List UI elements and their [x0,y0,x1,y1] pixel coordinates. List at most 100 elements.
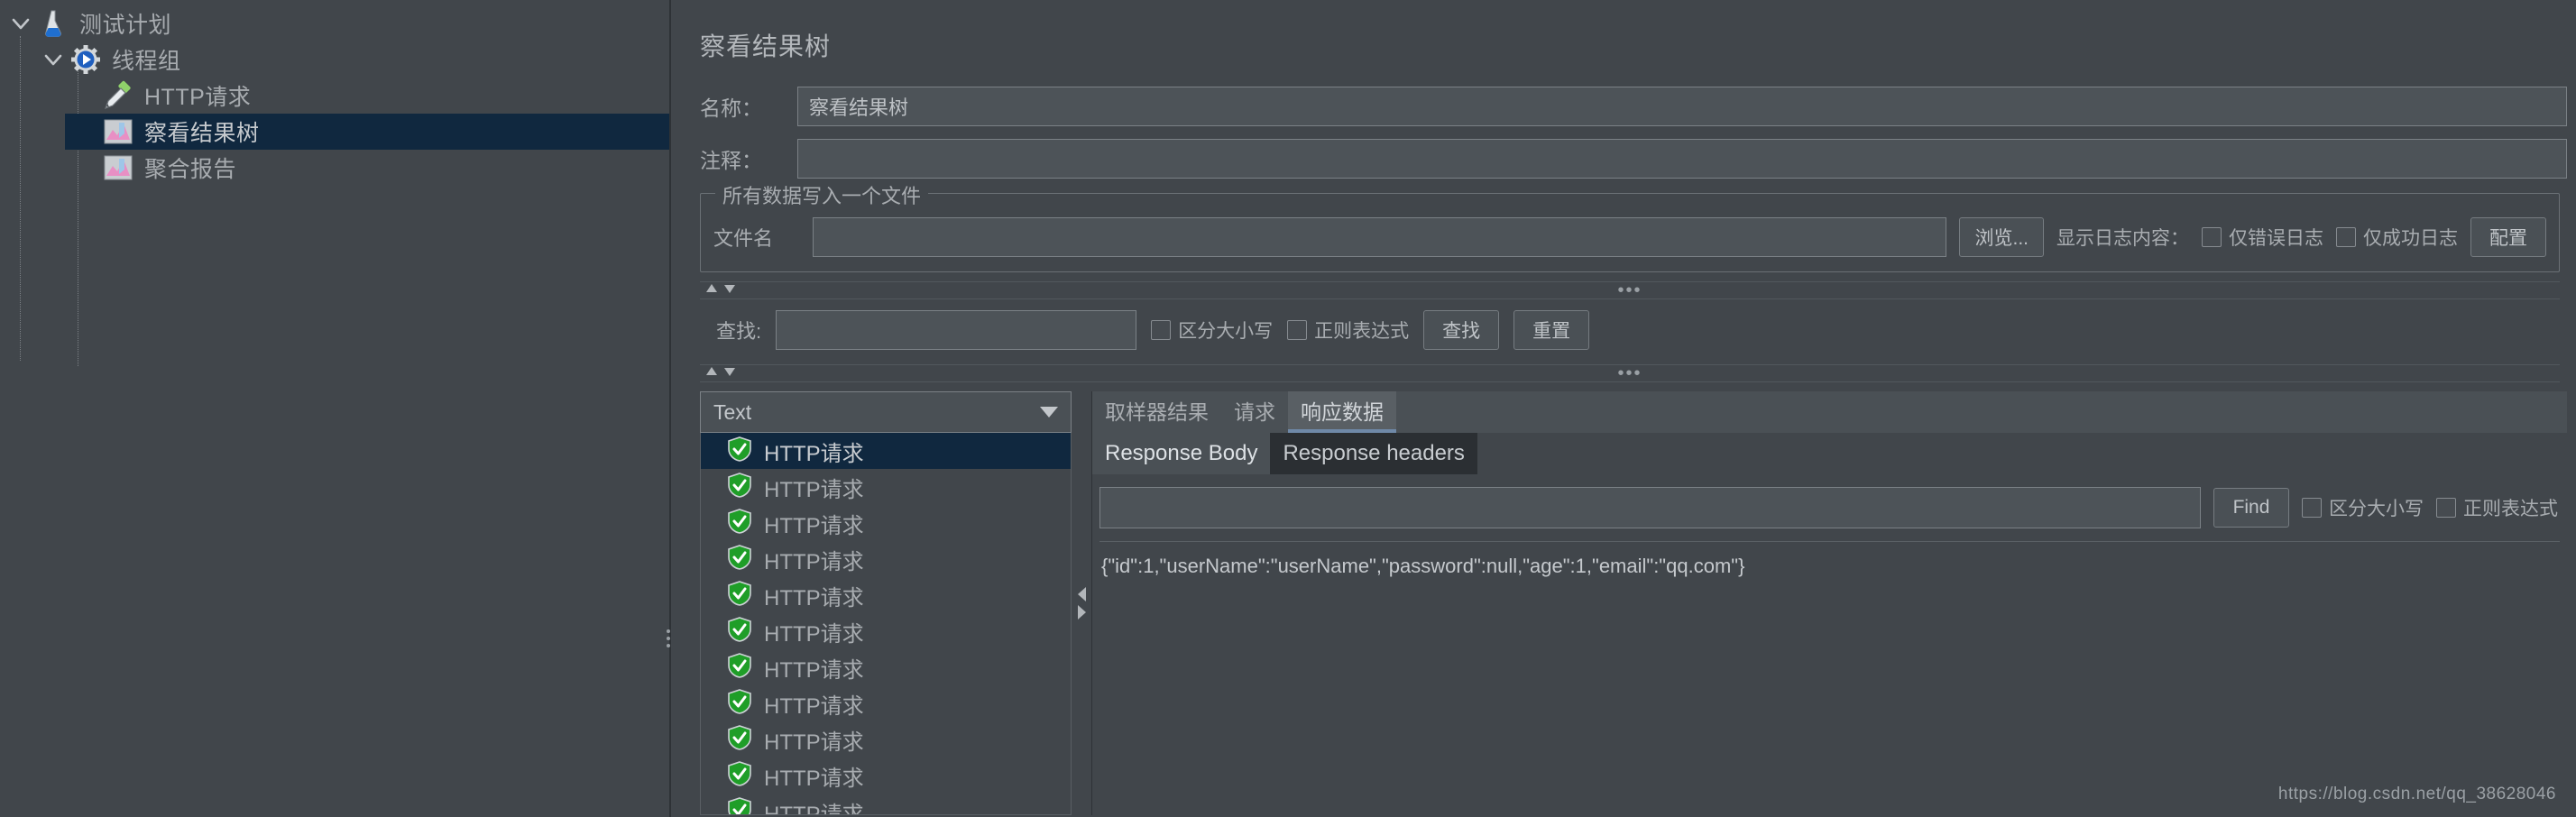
renderer-dropdown-value: Text [713,399,752,424]
success-shield-icon [728,652,751,683]
success-only-label: 仅成功日志 [2363,228,2458,249]
list-item[interactable]: HTTP请求 [701,505,1071,541]
response-regex-wrap[interactable]: 正则表达式 [2436,494,2558,521]
watermark-text: https://blog.csdn.net/qq_38628046 [2277,785,2556,803]
search-find-button[interactable]: 查找 [1423,310,1500,350]
list-item[interactable]: HTTP请求 [701,757,1071,794]
list-item-label: HTTP请求 [764,441,864,466]
list-item[interactable]: HTTP请求 [701,433,1071,470]
thread-group-icon [69,43,103,76]
list-item-label: HTTP请求 [764,585,864,610]
tree-item-label: HTTP请求 [144,85,252,110]
response-body-text[interactable]: {"id":1,"userName":"userName","password"… [1092,542,2567,578]
success-only-checkbox-wrap[interactable]: 仅成功日志 [2336,224,2458,251]
filename-input[interactable] [813,217,1947,257]
splitter-grip[interactable]: ••• [1617,281,1642,299]
list-item[interactable]: HTTP请求 [701,613,1071,649]
splitter-grip[interactable]: ••• [1617,364,1642,382]
success-shield-icon [728,688,751,719]
list-item[interactable]: HTTP请求 [701,469,1071,505]
collapse-up-icon[interactable] [705,365,718,381]
comment-input[interactable] [797,139,2567,179]
tree-guide-line [20,36,21,361]
tree-item-label: 测试计划 [79,13,172,38]
success-only-checkbox[interactable] [2336,227,2356,247]
collapse-up-icon[interactable] [705,282,718,298]
success-shield-icon [728,796,751,815]
tree-item-label: 线程组 [112,49,181,74]
success-shield-icon [728,616,751,647]
errors-only-checkbox-wrap[interactable]: 仅错误日志 [2202,224,2323,251]
test-plan-tree-panel: 测试计划 线程组 HTTP请求 察看结果树 聚合报告 [0,0,671,817]
results-vertical-splitter[interactable] [1072,391,1091,815]
tab-sampler-result[interactable]: 取样器结果 [1092,391,1221,433]
group-title: 所有数据写入一个文件 [715,180,929,209]
errors-only-checkbox[interactable] [2202,227,2222,247]
list-item[interactable]: HTTP请求 [701,794,1071,815]
tree-item-test-plan[interactable]: 测试计划 [0,5,669,41]
view-results-tree-icon [101,115,135,148]
list-item-label: HTTP请求 [764,730,864,755]
filename-row: 文件名 浏览... 显示日志内容： 仅错误日志 仅成功日志 配置 [713,217,2546,257]
success-shield-icon [728,544,751,574]
collapse-down-icon[interactable] [723,365,736,381]
response-find-input[interactable] [1099,487,2201,528]
comment-row: 注释： [693,139,2567,179]
tab-response-data[interactable]: 响应数据 [1288,391,1396,433]
search-regex-label: 正则表达式 [1314,321,1410,342]
splitter-arrows[interactable] [705,282,736,298]
collapse-left-icon[interactable] [1077,587,1086,601]
tree-item-label: 聚合报告 [144,157,237,182]
name-input[interactable] [797,87,2567,126]
search-regex-checkbox[interactable] [1287,320,1308,340]
splitter-middle[interactable]: ••• [700,364,2560,382]
response-find-row: Find 区分大小写 正则表达式 [1092,474,2567,537]
results-area: Text HTTP请求 HTTP请求 HTTP请求 HTTP请求 HTTP请求 … [700,391,2567,815]
list-item[interactable]: HTTP请求 [701,541,1071,577]
response-regex-checkbox[interactable] [2436,498,2456,518]
configure-button[interactable]: 配置 [2470,217,2546,257]
test-plan-icon [36,7,70,40]
sampler-result-list[interactable]: HTTP请求 HTTP请求 HTTP请求 HTTP请求 HTTP请求 HTTP请… [700,433,1072,815]
tree-item-aggregate-report[interactable]: 聚合报告 [65,150,669,186]
page-title: 察看结果树 [700,32,832,60]
list-item[interactable]: HTTP请求 [701,685,1071,721]
list-item[interactable]: HTTP请求 [701,649,1071,685]
list-item[interactable]: HTTP请求 [701,577,1071,613]
list-item-label: HTTP请求 [764,802,864,815]
search-case-sensitive-checkbox[interactable] [1151,320,1172,340]
success-shield-icon [728,508,751,538]
search-reset-button[interactable]: 重置 [1513,310,1590,350]
tree-item-http-request[interactable]: HTTP请求 [65,78,669,114]
tab-request[interactable]: 请求 [1221,391,1288,433]
tree-item-label: 察看结果树 [144,121,260,146]
tree-item-thread-group[interactable]: 线程组 [32,41,669,78]
search-label: 查找: [716,320,762,343]
subtab-response-body[interactable]: Response Body [1092,433,1271,474]
tree-item-view-results-tree[interactable]: 察看结果树 [65,114,669,150]
list-item-label: HTTP请求 [764,621,864,647]
success-shield-icon [728,436,751,466]
collapse-down-icon[interactable] [723,282,736,298]
splitter-arrows[interactable] [705,365,736,381]
detail-tabbar: 取样器结果 请求 响应数据 [1092,391,2567,433]
log-display-label: 显示日志内容： [2056,228,2189,249]
response-find-button[interactable]: Find [2213,488,2289,528]
browse-button[interactable]: 浏览... [1959,217,2044,257]
response-case-sensitive-wrap[interactable]: 区分大小写 [2302,494,2424,521]
subtab-response-headers[interactable]: Response headers [1270,433,1477,474]
search-regex-wrap[interactable]: 正则表达式 [1287,317,1409,344]
name-row: 名称： [693,87,2567,126]
renderer-dropdown[interactable]: Text [700,391,1072,434]
chevron-down-icon[interactable] [1040,407,1058,418]
search-case-sensitive-wrap[interactable]: 区分大小写 [1151,317,1273,344]
collapse-right-icon[interactable] [1077,605,1086,620]
response-case-sensitive-checkbox[interactable] [2302,498,2322,518]
list-item[interactable]: HTTP请求 [701,721,1071,757]
chevron-down-icon[interactable] [38,44,69,75]
list-item-label: HTTP请求 [764,766,864,791]
chevron-down-icon[interactable] [5,8,36,39]
search-input[interactable] [776,310,1137,350]
splitter-top[interactable]: ••• [700,281,2560,299]
